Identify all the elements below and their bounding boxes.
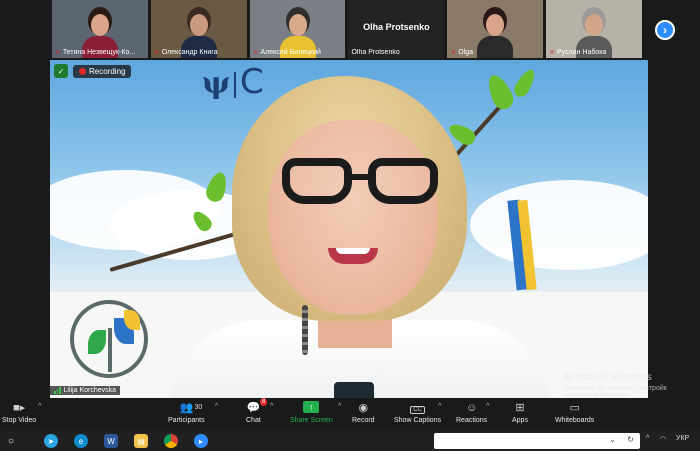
share-screen-icon: ↑ [303,401,320,413]
participant-figure [475,10,515,58]
participant-tile[interactable]: ⨯ Олександр Книга [150,0,247,58]
muted-mic-icon: ⨯ [252,49,259,56]
explorer-icon[interactable]: ▤ [134,434,148,448]
participant-tile[interactable]: ⨯ Руслан Набока [546,0,642,58]
chevron-right-icon[interactable]: › [655,20,675,40]
taskbar-address-box[interactable]: ⌄ ↻ [434,433,640,449]
wifi-icon[interactable]: ◠ [660,435,666,443]
speaker-name-tag: Lilija Korchevska [50,386,121,395]
participant-name-label: Olha Protsenko [351,49,399,56]
speaker [150,70,570,398]
whiteboards-button[interactable]: ▭ Whiteboards [555,401,594,424]
video-camera-icon: ■▸ [12,402,26,414]
participant-name: Олександр Книга [161,48,218,56]
chat-options-chevron-icon[interactable]: ^ [270,403,273,410]
participant-name-label: ⨯ Тетяна Незвещук-Ко... [55,48,136,57]
recording-label: Recording [89,66,126,76]
speaker-face [268,120,438,315]
show-captions-label: Show Captions [394,417,442,424]
tree-logo-icon [70,300,148,378]
participant-name: Olha Protsenko [351,49,400,56]
telegram-icon[interactable]: ➤ [44,434,58,448]
stop-video-label: Stop Video [2,417,37,424]
reactions-button[interactable]: ☺ Reactions [456,401,487,424]
meeting-toolbar: ■▸ Stop Video ^ 👥 30 Participants ^ 💬 8 Ch… [0,398,700,431]
participant-name-label: ⨯ Руслан Набока [549,48,607,57]
participants-count: 30 [194,404,203,411]
show-captions-button[interactable]: CC Show Captions [394,401,441,424]
recording-badge[interactable]: Recording [73,64,132,78]
refresh-icon[interactable]: ↻ [627,435,634,444]
participant-name: Алексей Билецкий [260,48,321,56]
glasses-icon [282,158,352,204]
muted-mic-icon: ⨯ [153,49,160,56]
apps-button[interactable]: ⊞ Apps [512,401,528,424]
record-button[interactable]: ◉ Record [352,401,375,424]
participants-label: Participants [168,417,205,424]
record-label: Record [352,417,375,424]
participants-icon: 👥 30 [179,402,203,414]
keyboard-language[interactable]: УКР [676,435,689,442]
participants-button[interactable]: 👥 30 Participants [168,401,205,424]
chrome-icon[interactable] [164,434,178,448]
muted-mic-icon: ⨯ [55,49,61,56]
chevron-up-icon[interactable]: ^ [646,435,649,442]
participants-options-chevron-icon[interactable]: ^ [215,403,218,410]
chevron-down-icon[interactable]: ⌄ [609,435,616,444]
record-dot-icon [79,67,86,75]
recording-indicator: ✓ Recording [54,64,132,78]
captions-options-chevron-icon[interactable]: ^ [438,403,441,410]
zoom-icon[interactable]: ▸ [194,434,208,448]
watermark-line-1: Активація Windows [563,372,652,383]
closed-captions-icon: CC [410,406,425,414]
active-speaker-video: ψ C [50,60,648,398]
participant-name: Руслан Набока [557,48,607,56]
smiley-face-icon: ☺ [465,402,478,414]
chat-label: Chat [246,417,261,424]
reactions-options-chevron-icon[interactable]: ^ [486,403,489,410]
share-screen-button[interactable]: ↑ Share Screen [290,401,333,424]
participant-name: Olga [458,48,473,56]
edge-icon[interactable]: e [74,434,88,448]
whiteboards-label: Whiteboards [555,417,595,424]
whiteboard-icon: ▭ [569,402,580,414]
muted-mic-icon: ⨯ [549,49,556,56]
speaker-name: Lilija Korchevska [63,387,117,394]
share-options-chevron-icon[interactable]: ^ [338,403,341,410]
participant-name-label: ⨯ Алексей Билецкий [252,48,321,57]
participant-name-label: ⨯ Олександр Книга [153,48,218,57]
earring [302,305,308,355]
apps-label: Apps [512,417,528,424]
chat-unread-badge: 8 [259,398,268,406]
stop-video-button[interactable]: ■▸ Stop Video [2,401,36,424]
glasses-bridge [346,174,372,180]
collar-bow [334,382,374,398]
shield-icon[interactable]: ✓ [54,64,68,78]
watermark-line-2: Перейдіть до розділу "Настройк [563,385,667,392]
participant-tile[interactable]: ⨯ Тетяна Незвещук-Ко... [52,0,148,58]
word-icon[interactable]: W [104,434,118,448]
participant-tile[interactable]: ⨯ Olga [447,0,544,58]
video-options-chevron-icon[interactable]: ^ [38,403,41,410]
participant-name-label: ⨯ Olga [450,48,473,57]
participant-tile[interactable]: Olha Protsenko Olha Protsenko [348,0,445,58]
windows-taskbar: ○ ➤ e W ▤ ▸ ⌄ ↻ ^ ◠ УКР [0,431,700,451]
signal-strength-icon [54,387,61,394]
share-screen-label: Share Screen [290,417,333,424]
start-icon[interactable]: ○ [4,434,18,448]
windows-activation-watermark: Активація Windows Перейдіть до розділу "… [563,372,667,399]
glasses-icon [368,158,438,204]
participant-display-name: Olha Protsenko [363,22,430,32]
muted-mic-icon: ⨯ [450,49,457,56]
record-icon: ◉ [358,402,369,414]
zoom-meeting-window: ⨯ Тетяна Незвещук-Ко... ⨯ Олександр Книга ⨯ А… [0,0,700,451]
chat-button[interactable]: 💬 8 Chat [246,398,268,424]
participant-name: Тетяна Незвещук-Ко... [62,48,136,56]
participant-gallery: ⨯ Тетяна Незвещук-Ко... ⨯ Олександр Книга ⨯ А… [52,0,642,58]
reactions-label: Reactions [456,417,488,424]
chat-bubble-icon: 💬 8 [246,398,268,414]
participant-tile[interactable]: ⨯ Алексей Билецкий [249,0,346,58]
apps-grid-icon: ⊞ [515,402,525,414]
